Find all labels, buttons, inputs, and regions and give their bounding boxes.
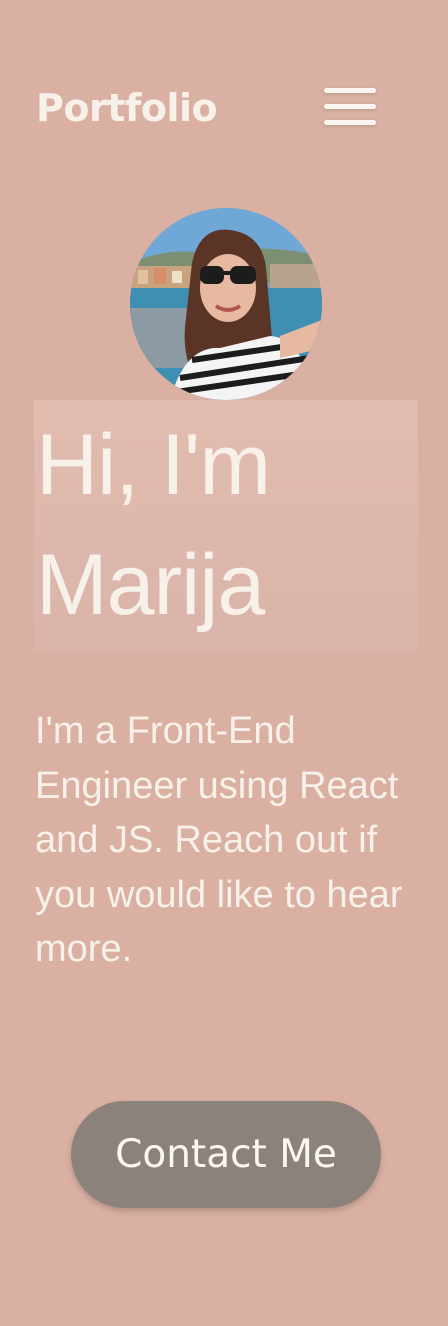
hero-title-line-1: Hi, I'm	[36, 417, 271, 513]
intro-text: I'm a Front-End Engineer using React and…	[35, 710, 403, 970]
hero-title: Hi, I'm Marija	[36, 405, 416, 645]
menu-bar-top	[324, 88, 376, 93]
profile-avatar	[130, 208, 322, 400]
hero-title-line-2: Marija	[36, 537, 265, 633]
hamburger-menu-icon[interactable]	[322, 86, 378, 128]
menu-bar-middle	[324, 104, 376, 109]
site-header: Portfolio	[0, 0, 448, 216]
site-logo[interactable]: Portfolio	[36, 82, 218, 134]
profile-photo	[130, 208, 322, 400]
contact-me-button[interactable]: Contact Me	[71, 1101, 381, 1208]
menu-bar-bottom	[324, 120, 376, 125]
